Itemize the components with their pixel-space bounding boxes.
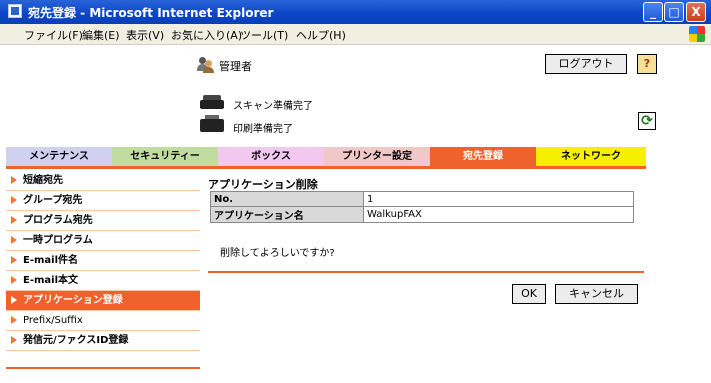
arrow-right-icon	[11, 196, 17, 204]
user-label: 管理者	[219, 60, 252, 73]
tab-security[interactable]: セキュリティー	[112, 147, 218, 166]
print-status: 印刷準備完了	[233, 124, 293, 135]
confirm-message: 削除してよろしいですか?	[220, 248, 335, 259]
table-row: No. 1	[210, 191, 634, 207]
sidebar-item-email-body[interactable]: E-mail本文	[6, 271, 200, 291]
page-content: 管理者 ログアウト ? スキャン準備完了 印刷準備完了 ⟳ メンテナンス セキュ…	[0, 45, 711, 383]
menu-favorites[interactable]: お気に入り(A)	[171, 27, 242, 43]
tab-maintenance[interactable]: メンテナンス	[6, 147, 112, 166]
tab-printer-settings[interactable]: プリンター設定	[324, 147, 430, 166]
menu-file[interactable]: ファイル(F)	[24, 27, 83, 43]
row-label-app-name: アプリケーション名	[210, 206, 364, 223]
menu-tools[interactable]: ツール(T)	[240, 27, 288, 43]
scanner-icon	[200, 95, 224, 111]
main-tabs: メンテナンス セキュリティー ボックス プリンター設定 宛先登録 ネットワーク	[6, 147, 646, 166]
windows-logo-icon	[689, 26, 705, 42]
scan-status: スキャン準備完了	[233, 101, 313, 112]
refresh-icon: ⟳	[641, 113, 653, 129]
tab-network[interactable]: ネットワーク	[536, 147, 646, 166]
page-title: アプリケーション削除	[208, 178, 318, 191]
sidebar-item-program[interactable]: プログラム宛先	[6, 211, 200, 231]
table-row: アプリケーション名 WalkupFAX	[210, 206, 634, 223]
menu-edit[interactable]: 編集(E)	[82, 27, 120, 43]
sidebar-bottom-line	[6, 367, 200, 369]
sidebar-item-temp-program[interactable]: 一時プログラム	[6, 231, 200, 251]
sidebar-item-speed-dial[interactable]: 短縮宛先	[6, 171, 200, 191]
sidebar-item-application[interactable]: アプリケーション登録	[6, 291, 200, 311]
arrow-right-icon	[11, 336, 17, 344]
user-icon	[197, 56, 214, 73]
sidebar-item-sender-fax-id[interactable]: 発信元/ファクスID登録	[6, 331, 200, 351]
row-value-no: 1	[363, 191, 634, 207]
row-label-no: No.	[210, 191, 364, 207]
arrow-right-icon	[11, 216, 17, 224]
tab-address-registration[interactable]: 宛先登録	[430, 147, 536, 166]
close-button[interactable]: X	[686, 2, 706, 22]
refresh-button[interactable]: ⟳	[638, 112, 656, 130]
tab-box[interactable]: ボックス	[218, 147, 324, 166]
tab-underline	[6, 166, 646, 169]
help-button[interactable]: ?	[637, 54, 657, 74]
arrow-right-icon	[11, 316, 17, 324]
arrow-right-icon	[11, 176, 17, 184]
printer-icon	[200, 115, 224, 133]
application-info-table: No. 1 アプリケーション名 WalkupFAX	[210, 191, 634, 223]
window-title-bar: 宛先登録 - Microsoft Internet Explorer _ □ X	[0, 0, 711, 24]
arrow-right-icon	[11, 256, 17, 264]
menu-view[interactable]: 表示(V)	[126, 27, 164, 43]
sidebar-item-prefix-suffix[interactable]: Prefix/Suffix	[6, 311, 200, 331]
arrow-right-icon	[11, 296, 17, 304]
content-divider	[208, 271, 644, 273]
sidebar-item-group[interactable]: グループ宛先	[6, 191, 200, 211]
ok-button[interactable]: OK	[512, 284, 546, 304]
cancel-button[interactable]: キャンセル	[555, 284, 638, 304]
menu-bar: ファイル(F) 編集(E) 表示(V) お気に入り(A) ツール(T) ヘルプ(…	[0, 24, 711, 45]
sidebar-item-email-subject[interactable]: E-mail件名	[6, 251, 200, 271]
menu-help[interactable]: ヘルプ(H)	[296, 27, 346, 43]
arrow-right-icon	[11, 236, 17, 244]
ie-window-icon	[8, 4, 22, 18]
logout-button[interactable]: ログアウト	[545, 54, 627, 74]
row-value-app-name: WalkupFAX	[363, 206, 634, 223]
maximize-button[interactable]: □	[664, 2, 684, 22]
arrow-right-icon	[11, 276, 17, 284]
minimize-button[interactable]: _	[643, 2, 663, 22]
window-title: 宛先登録 - Microsoft Internet Explorer	[28, 6, 274, 20]
